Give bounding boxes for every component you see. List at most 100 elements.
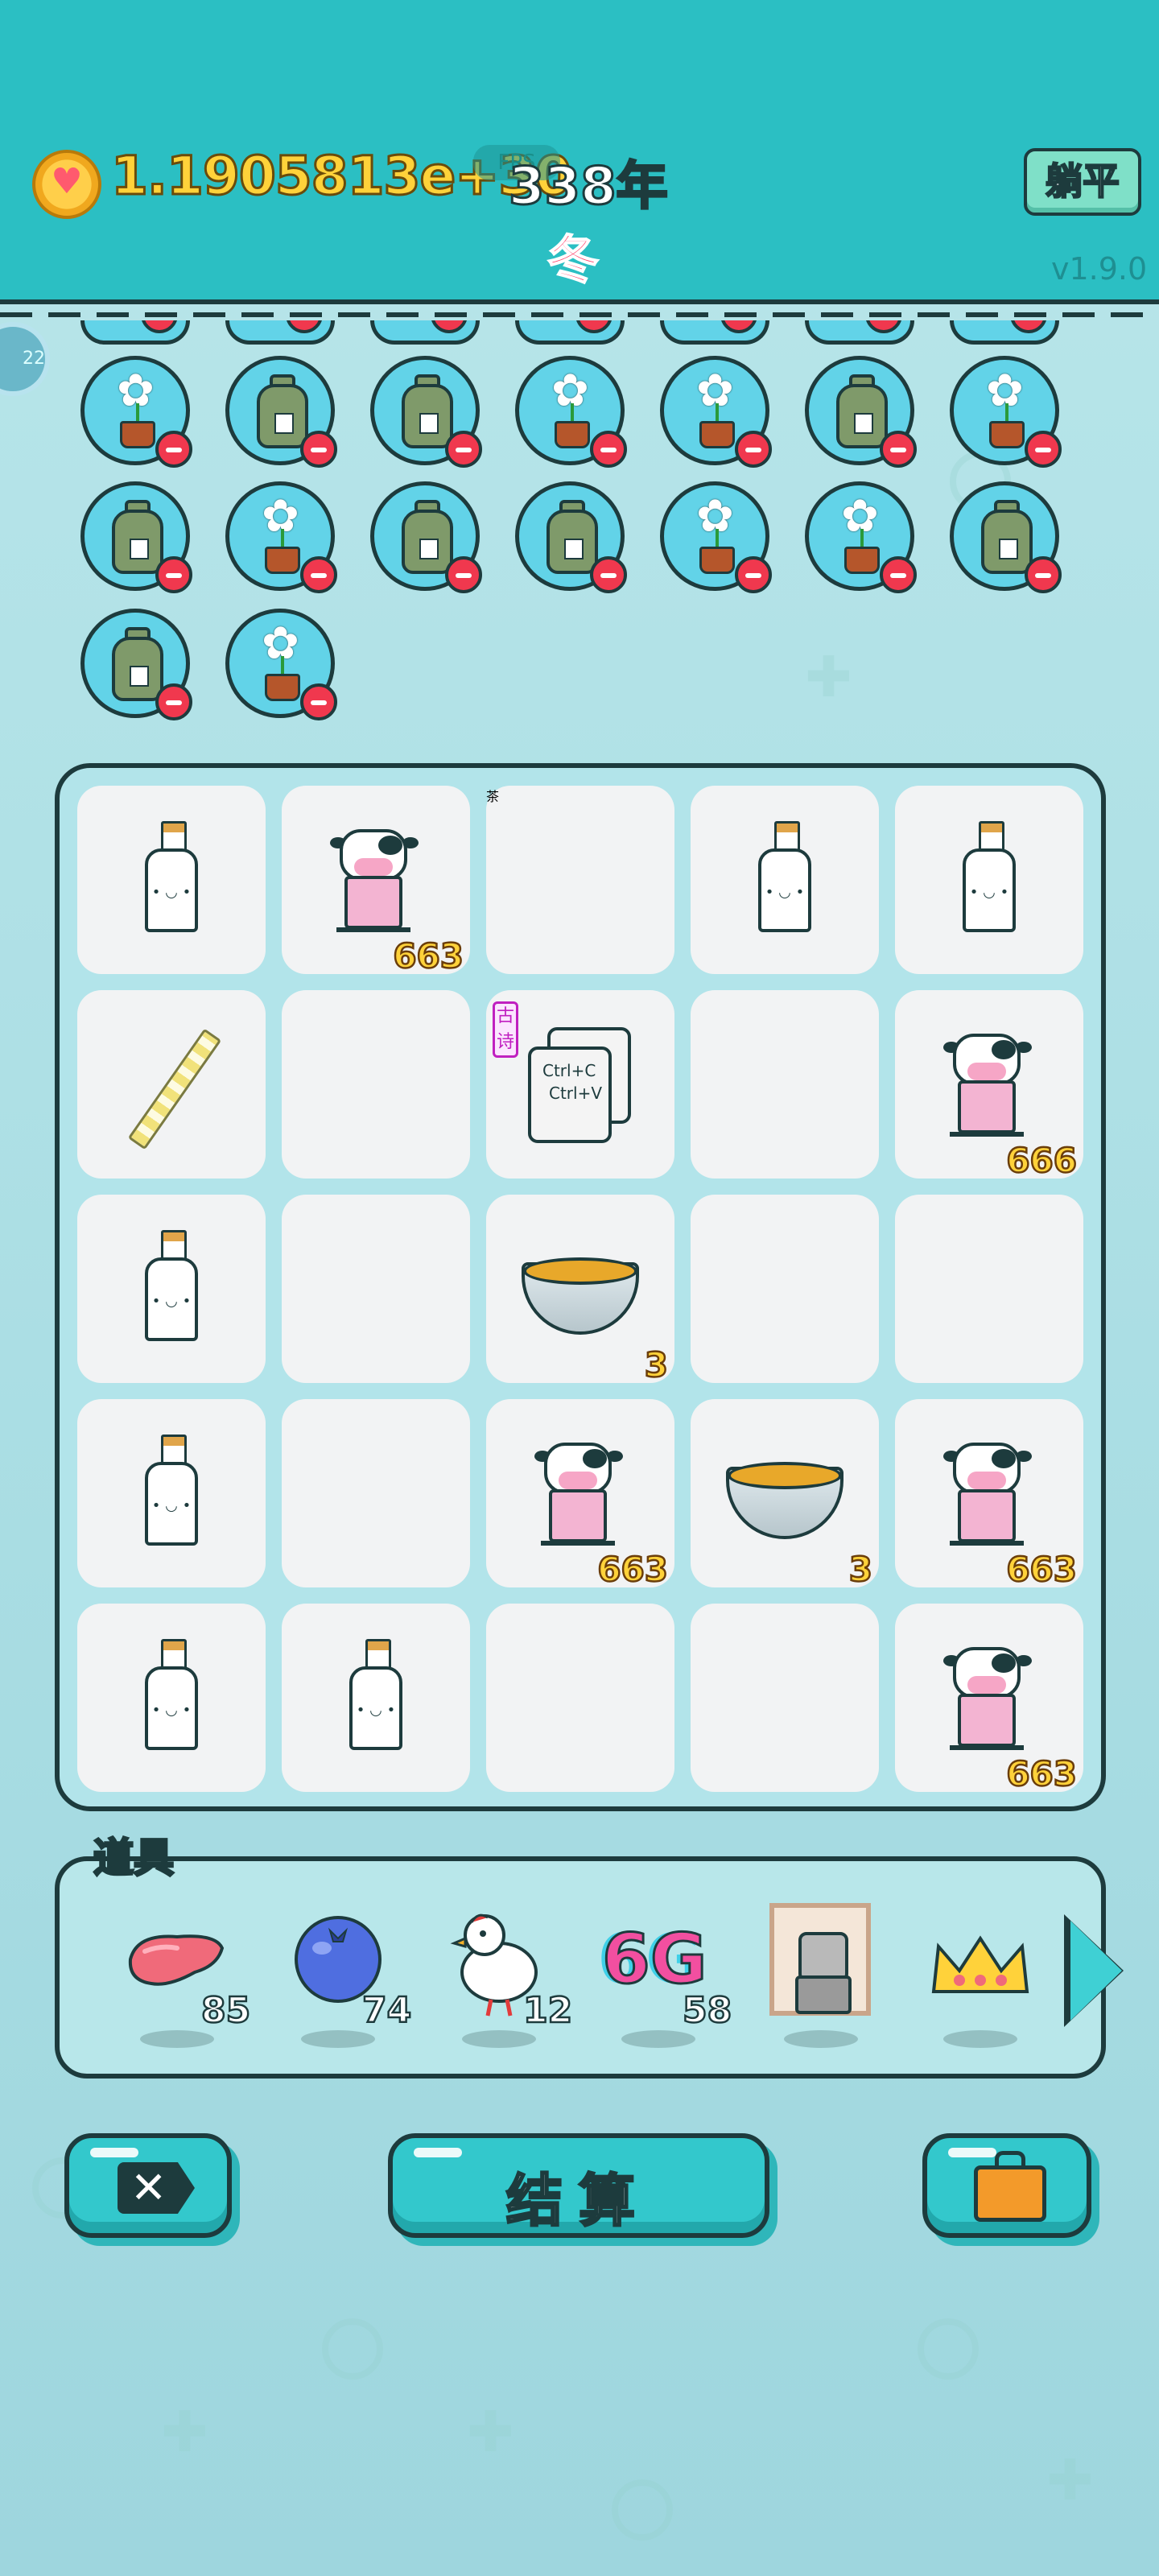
board-cell-bowl[interactable]: 3 <box>486 1195 674 1385</box>
item-crown[interactable] <box>924 1903 1037 2048</box>
board-cell-cow[interactable]: 666 <box>895 990 1083 1181</box>
flower-stem <box>281 656 284 675</box>
bag-buff-icon[interactable] <box>80 609 192 720</box>
item-6g[interactable]: 6G 58 <box>600 1903 732 2048</box>
remove-buff-icon[interactable] <box>735 431 772 468</box>
board-cell-straw[interactable] <box>77 990 266 1179</box>
remove-buff-icon[interactable] <box>445 556 482 593</box>
item-pigeon[interactable]: 12 <box>443 1903 573 2048</box>
soup-surface <box>523 1257 637 1285</box>
remove-buff-icon[interactable] <box>880 556 917 593</box>
flower-buff-icon[interactable]: ✿ <box>805 481 917 593</box>
remove-buff-icon[interactable] <box>1010 320 1047 333</box>
remove-buff-icon[interactable] <box>300 556 337 593</box>
board-cell-cow[interactable]: 663 <box>895 1604 1083 1794</box>
board-cell-cow[interactable]: 663 <box>895 1399 1083 1590</box>
bag-buff-icon[interactable] <box>225 356 337 468</box>
flower-buff-icon[interactable]: ✿ <box>515 356 627 468</box>
board-cell-empty[interactable] <box>691 1195 879 1383</box>
flower-buff-icon[interactable] <box>950 320 1059 345</box>
remove-buff-icon[interactable] <box>141 320 178 333</box>
bag-buff-icon[interactable] <box>515 481 627 593</box>
bag-buff-icon[interactable] <box>805 356 917 468</box>
board-cell-empty[interactable] <box>895 1195 1083 1383</box>
flower-stem <box>136 403 139 423</box>
lie-flat-button[interactable]: 躺平 <box>1024 148 1141 216</box>
board-cell-milk[interactable]: • ◡ • <box>691 786 879 974</box>
flower-buff-icon[interactable]: ✿ <box>225 609 337 720</box>
bag-buff-icon[interactable] <box>950 481 1062 593</box>
remove-buff-icon[interactable] <box>300 431 337 468</box>
remove-buff-icon[interactable] <box>720 320 757 333</box>
item-blueberry[interactable]: 74 <box>282 1903 412 2048</box>
milk-neck <box>365 1650 391 1668</box>
remove-buff-icon[interactable] <box>575 320 612 333</box>
settle-button[interactable]: 结算 <box>388 2133 769 2238</box>
bag-buff-icon[interactable] <box>225 320 335 345</box>
board-cell-empty[interactable] <box>282 1195 470 1383</box>
board-cell-copy[interactable]: 古诗 Ctrl+C Ctrl+V <box>486 990 674 1179</box>
flower-buff-icon[interactable] <box>660 320 769 345</box>
board-cell-cow[interactable]: 663 <box>282 786 470 977</box>
bag-buff-icon[interactable] <box>370 320 480 345</box>
remove-buff-icon[interactable] <box>865 320 902 333</box>
remove-buff-icon[interactable] <box>155 683 192 720</box>
flower-petals: ✿ <box>262 617 299 670</box>
bag-buff-icon[interactable] <box>370 481 482 593</box>
flower-petals: ✿ <box>262 490 299 543</box>
remove-buff-icon[interactable] <box>445 431 482 468</box>
teabag-tag: 茶 <box>486 789 500 804</box>
remove-buff-icon[interactable] <box>735 556 772 593</box>
milk-neck <box>161 832 187 850</box>
board-cell-milk[interactable]: • ◡ • <box>77 1399 266 1587</box>
milk-face: • ◡ • <box>151 884 192 901</box>
milk-neck <box>161 1650 187 1668</box>
flower-buff-icon[interactable] <box>80 320 190 345</box>
board-cell-milk[interactable]: • ◡ • <box>282 1604 470 1792</box>
exit-button[interactable]: ✕ <box>64 2133 232 2238</box>
inventory-button[interactable] <box>922 2133 1091 2238</box>
remove-buff-icon[interactable] <box>1025 556 1062 593</box>
board-cell-milk[interactable]: • ◡ • <box>77 786 266 974</box>
item-count: 58 <box>682 1989 733 2033</box>
board-cell-milk[interactable]: • ◡ • <box>77 1604 266 1792</box>
remove-buff-icon[interactable] <box>431 320 468 333</box>
flower-buff-icon[interactable] <box>515 320 625 345</box>
item-robot-portrait[interactable] <box>765 1903 877 2048</box>
bag-buff-icon[interactable] <box>805 320 914 345</box>
items-next-arrow-icon[interactable] <box>1070 1921 1122 2021</box>
board-cell-teabag[interactable]: 茶 <box>486 786 674 974</box>
cell-count: 663 <box>392 935 464 977</box>
flower-buff-icon[interactable]: ✿ <box>660 356 772 468</box>
remove-buff-icon[interactable] <box>1025 431 1062 468</box>
remove-buff-icon[interactable] <box>300 683 337 720</box>
side-badge[interactable]: 22 <box>0 322 50 396</box>
board-cell-empty[interactable] <box>486 1604 674 1792</box>
board-cell-empty[interactable] <box>282 990 470 1179</box>
remove-buff-icon[interactable] <box>590 556 627 593</box>
remove-buff-icon[interactable] <box>155 431 192 468</box>
remove-buff-icon[interactable] <box>286 320 323 333</box>
board-cell-empty[interactable] <box>691 990 879 1179</box>
remove-buff-icon[interactable] <box>155 556 192 593</box>
item-liver[interactable]: 85 <box>121 1903 251 2048</box>
milk-neck <box>161 1446 187 1463</box>
flower-pot <box>120 421 155 448</box>
board-cell-milk[interactable]: • ◡ • <box>895 786 1083 974</box>
flower-stem <box>1005 403 1008 423</box>
bag-buff-icon[interactable] <box>370 356 482 468</box>
coin-icon: ♥ <box>32 150 101 219</box>
remove-buff-icon[interactable] <box>880 431 917 468</box>
board-cell-empty[interactable] <box>691 1604 879 1792</box>
flower-buff-icon[interactable]: ✿ <box>950 356 1062 468</box>
board-cell-empty[interactable] <box>282 1399 470 1587</box>
board-cell-milk[interactable]: • ◡ • <box>77 1195 266 1383</box>
remove-buff-icon[interactable] <box>590 431 627 468</box>
flower-buff-icon[interactable]: ✿ <box>80 356 192 468</box>
board-cell-bowl[interactable]: 3 <box>691 1399 879 1590</box>
flower-buff-icon[interactable]: ✿ <box>660 481 772 593</box>
flower-buff-icon[interactable]: ✿ <box>225 481 337 593</box>
bag-buff-icon[interactable] <box>80 481 192 593</box>
board-cell-cow[interactable]: 663 <box>486 1399 674 1590</box>
flower-pot <box>844 547 880 574</box>
